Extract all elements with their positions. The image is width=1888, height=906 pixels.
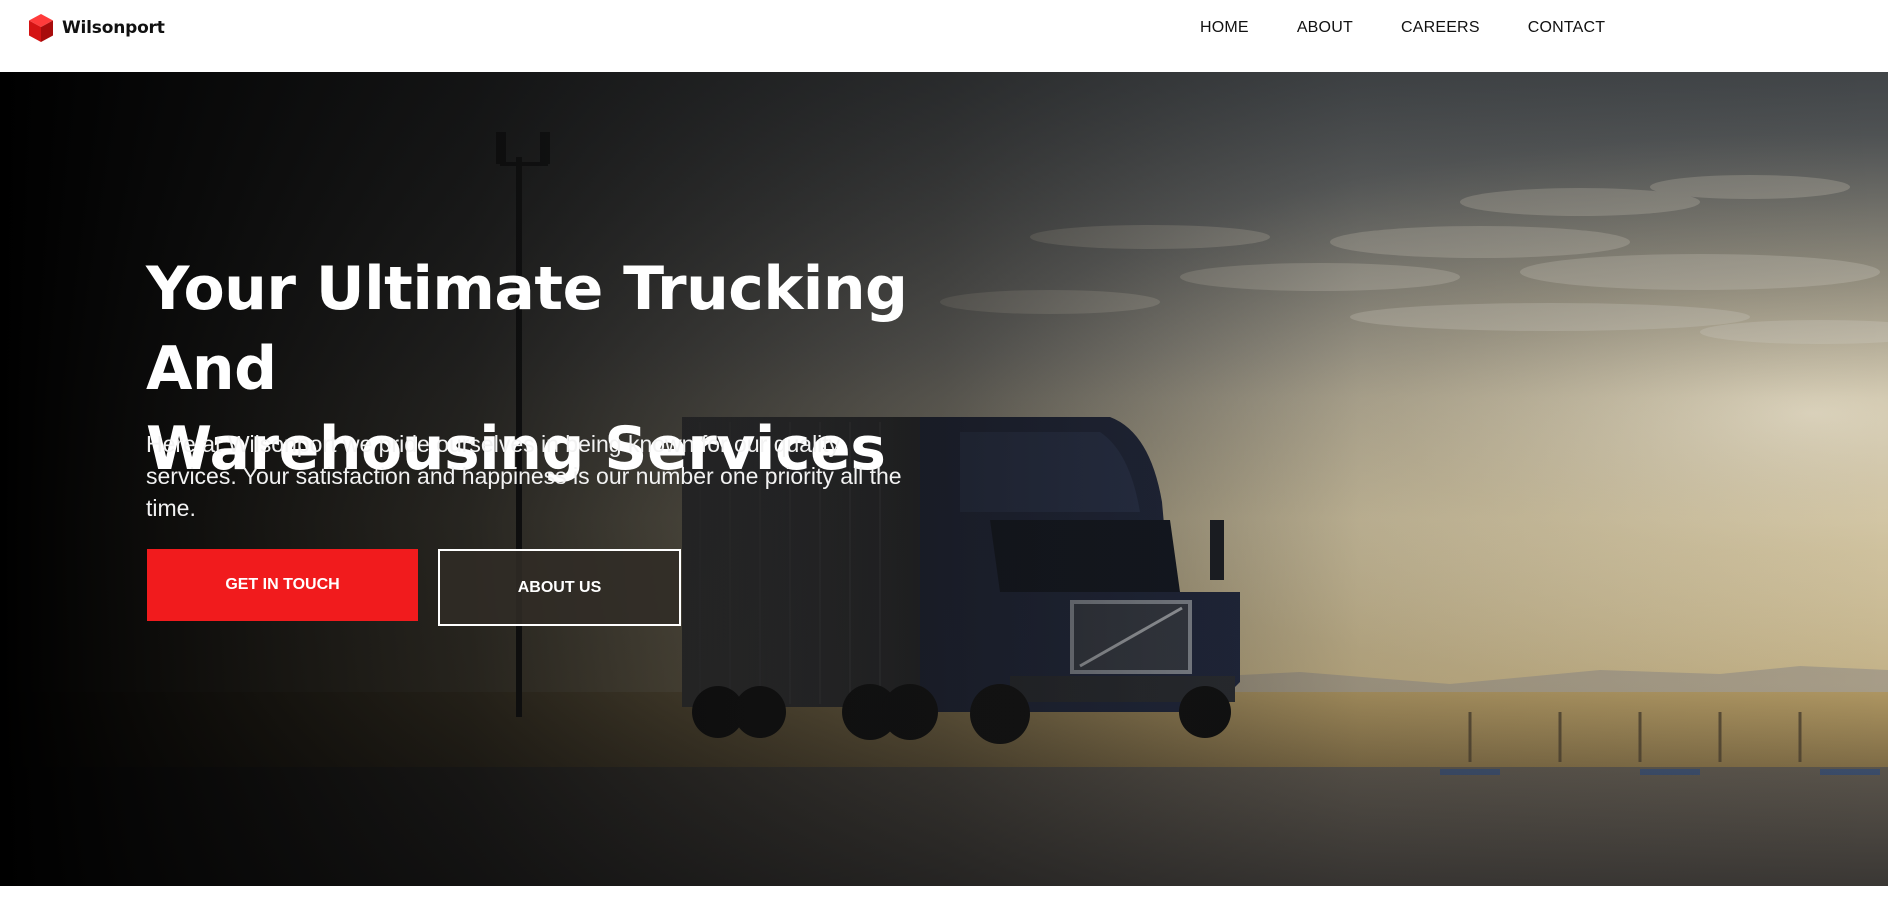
cube-icon (29, 14, 53, 42)
hero-title-line-1: Your Ultimate Trucking And (146, 254, 908, 404)
brand-logo-link[interactable]: Wilsonport (28, 12, 165, 44)
nav-careers[interactable]: CAREERS (1401, 18, 1480, 38)
about-us-button[interactable]: ABOUT US (438, 549, 681, 626)
nav-contact[interactable]: CONTACT (1528, 18, 1606, 38)
hero-description: Here at Wilsonport we pride ourselves in… (146, 431, 902, 521)
site-header: Wilsonport HOME ABOUT CAREERS CONTACT (0, 0, 1888, 72)
get-in-touch-button[interactable]: GET IN TOUCH (147, 549, 418, 621)
main-nav: HOME ABOUT CAREERS CONTACT (1200, 18, 1653, 38)
nav-home[interactable]: HOME (1200, 18, 1249, 38)
nav-about[interactable]: ABOUT (1297, 18, 1353, 38)
hero-section: Your Ultimate Trucking And Warehousing S… (0, 72, 1888, 886)
brand-name: Wilsonport (62, 18, 165, 38)
